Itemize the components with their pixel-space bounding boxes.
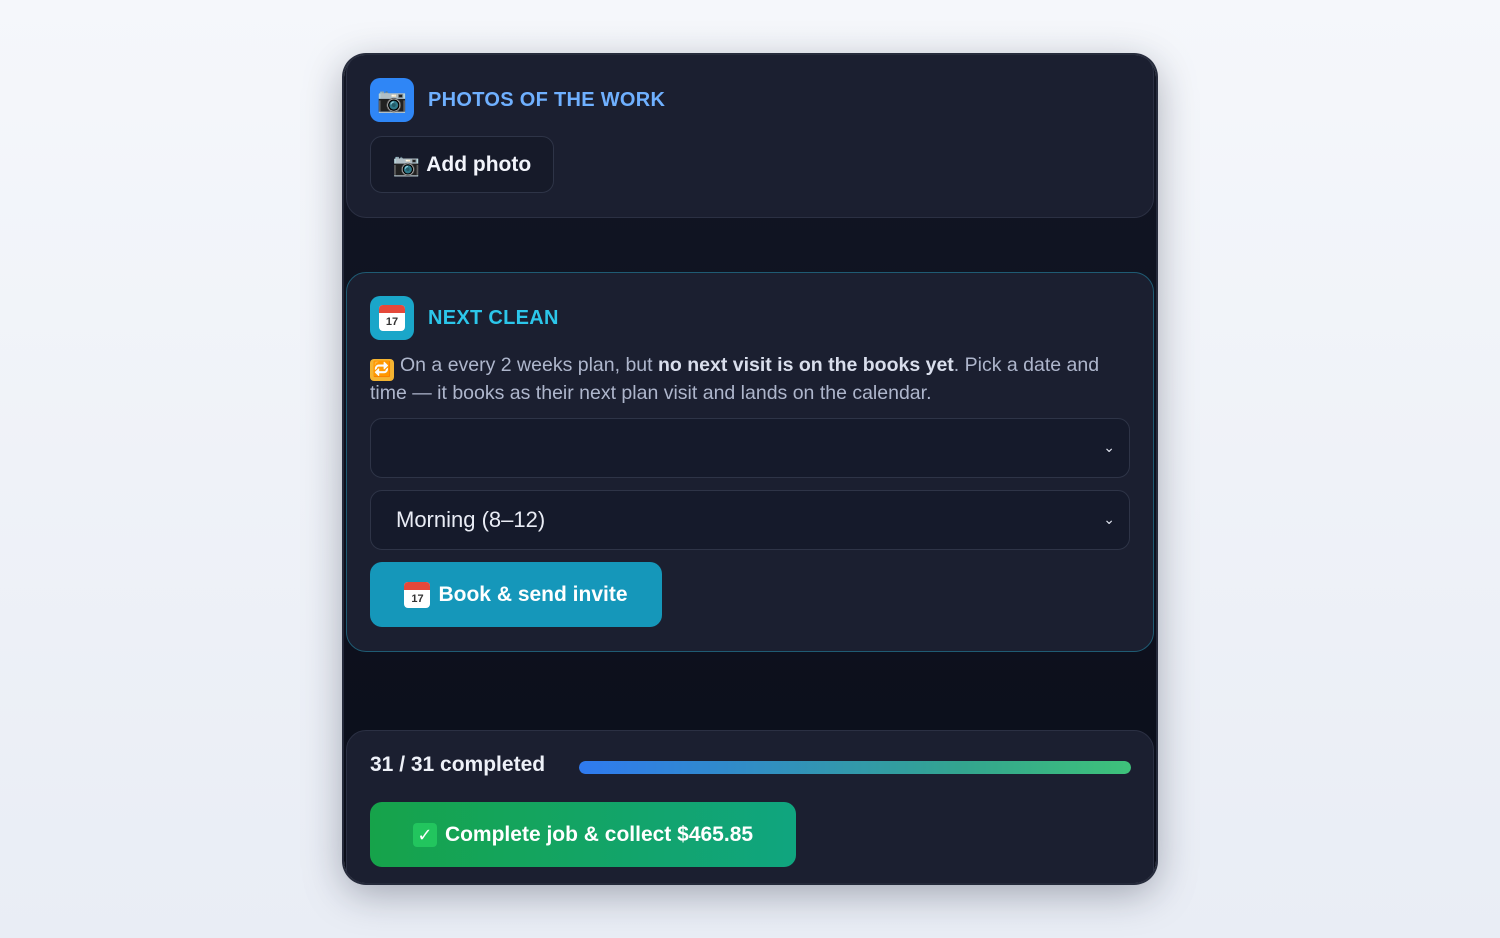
complete-job-button[interactable]: ✓ Complete job & collect $465.85 <box>370 802 796 867</box>
repeat-icon: 🔁 <box>370 359 394 381</box>
no-visit-emphasis: no next visit is on the books yet <box>657 354 954 376</box>
next-clean-card: 17 NEXT CLEAN 🔁 On a every 2 weeks plan, … <box>346 272 1154 652</box>
chevron-down-icon: ⌄ <box>1103 511 1115 527</box>
chevron-down-icon: ⌄ <box>1103 439 1115 455</box>
job-detail-panel: 📷 PHOTOS OF THE WORK 📷 Add photo 17 NEXT… <box>344 55 1156 883</box>
time-select-value: Morning (8–12) <box>396 507 546 532</box>
calendar-icon: 17 <box>404 581 431 608</box>
photos-card: 📷 PHOTOS OF THE WORK 📷 Add photo <box>346 55 1154 218</box>
check-icon: ✓ <box>412 822 437 847</box>
add-photo-label: Add photo <box>426 152 532 176</box>
photos-header: 📷 PHOTOS OF THE WORK <box>370 78 665 122</box>
book-send-invite-button[interactable]: 17 Book & send invite <box>370 562 662 627</box>
photos-title: PHOTOS OF THE WORK <box>428 88 666 111</box>
camera-icon: 📷 <box>392 151 421 177</box>
book-button-label: Book & send invite <box>438 582 628 606</box>
next-clean-header: 17 NEXT CLEAN <box>370 296 559 340</box>
complete-button-label: Complete job & collect $465.85 <box>444 822 754 846</box>
progress-label: 31 / 31 completed <box>370 753 546 776</box>
calendar-day: 17 <box>385 316 399 328</box>
date-select[interactable]: ⌄ <box>370 418 1130 478</box>
next-clean-title: NEXT CLEAN <box>428 306 559 329</box>
progress-row: 31 / 31 completed <box>370 753 545 777</box>
camera-icon: 📷 <box>370 78 414 122</box>
calendar-icon: 17 <box>370 296 414 340</box>
time-slot-select[interactable]: Morning (8–12) ⌄ <box>370 490 1130 550</box>
progress-fill <box>579 761 1131 774</box>
plan-description: 🔁 On a every 2 weeks plan, but no next vi… <box>370 354 1100 404</box>
completion-card: 31 / 31 completed ✓ Complete job & colle… <box>346 730 1154 883</box>
progress-bar <box>579 761 1131 774</box>
add-photo-button[interactable]: 📷 Add photo <box>370 136 554 193</box>
